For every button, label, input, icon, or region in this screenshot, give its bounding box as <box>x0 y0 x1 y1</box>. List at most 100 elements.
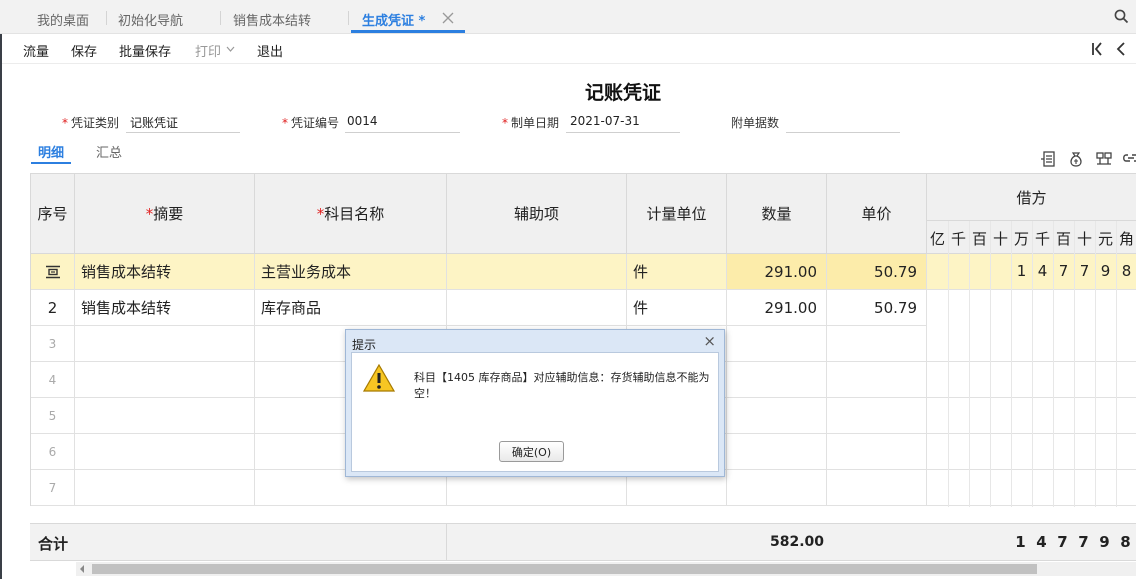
empty-cell[interactable] <box>827 470 927 506</box>
scrollbar-thumb[interactable] <box>92 564 1037 574</box>
total-debit-digit: 4 <box>1036 533 1047 551</box>
amount-unit-label: 万 <box>1013 230 1029 248</box>
ok-button[interactable]: 确定(O) <box>499 441 564 462</box>
active-tab-indicator <box>351 30 465 33</box>
subtab-detail[interactable]: 明细 <box>38 142 64 161</box>
tab-generate-voucher[interactable]: 生成凭证 * <box>362 10 425 29</box>
total-debit-digit: 7 <box>1078 533 1089 551</box>
empty-cell[interactable] <box>75 434 255 470</box>
dialog-close-button[interactable]: × <box>703 332 716 350</box>
amount-column-line <box>969 221 970 507</box>
amount-column-line <box>1116 221 1117 507</box>
tab-sales-cost[interactable]: 销售成本结转 <box>233 10 311 29</box>
warning-icon <box>363 364 395 392</box>
empty-cell[interactable] <box>827 326 927 362</box>
header-debit: 借方 <box>927 174 1136 221</box>
row-2-aux[interactable] <box>447 290 627 326</box>
total-debit-digit: 1 <box>1015 533 1026 551</box>
header-aux: 辅助项 <box>447 174 627 254</box>
subtab-summary[interactable]: 汇总 <box>96 142 122 161</box>
voucher-date-label: * 制单日期 <box>502 116 560 130</box>
money-bag-icon[interactable] <box>1067 150 1085 168</box>
row-1-qty[interactable]: 291.00 <box>727 254 827 290</box>
row-1-unit[interactable]: 件 <box>627 254 727 290</box>
attachments-label: 附单据数 <box>731 116 780 130</box>
voucher-type-field[interactable]: 记账凭证 <box>130 114 178 131</box>
empty-cell[interactable] <box>75 470 255 506</box>
empty-cell[interactable] <box>727 434 827 470</box>
amount-unit-label: 亿 <box>929 230 945 248</box>
amount-unit-label: 十 <box>992 230 1008 248</box>
empty-cell[interactable] <box>727 470 827 506</box>
layout-icon[interactable] <box>1095 150 1113 168</box>
header-seq: 序号 <box>31 174 75 254</box>
window-edge <box>0 34 2 579</box>
amount-column-line <box>948 221 949 507</box>
save-button[interactable]: 保存 <box>71 41 97 60</box>
link-icon[interactable] <box>1122 150 1136 168</box>
tab-init-nav[interactable]: 初始化导航 <box>118 10 183 29</box>
debit-digit: 9 <box>1100 262 1111 280</box>
prev-page-icon[interactable] <box>1115 42 1127 56</box>
total-debit-digit: 7 <box>1057 533 1068 551</box>
voucher-number-underline <box>345 132 460 133</box>
row-1-summary[interactable]: 销售成本结转 <box>75 254 255 290</box>
print-button[interactable]: 打印 <box>195 41 221 60</box>
voucher-type-underline <box>126 132 240 133</box>
empty-cell[interactable] <box>75 326 255 362</box>
first-page-icon[interactable] <box>1091 42 1103 56</box>
row-1-price[interactable]: 50.79 <box>827 254 927 290</box>
insert-row-icon[interactable] <box>1040 150 1058 168</box>
tab-my-desktop[interactable]: 我的桌面 <box>37 10 89 29</box>
debit-digit: 8 <box>1121 262 1132 280</box>
row-2-account[interactable]: 库存商品 <box>255 290 447 326</box>
row-2-price[interactable]: 50.79 <box>827 290 927 326</box>
row-number: 7 <box>31 470 75 506</box>
amount-unit-label: 千 <box>950 230 966 248</box>
empty-cell[interactable] <box>727 326 827 362</box>
empty-cell[interactable] <box>827 398 927 434</box>
exit-button[interactable]: 退出 <box>257 41 283 60</box>
toolbar: 流量 保存 批量保存 打印 退出 <box>0 34 1136 64</box>
tab-separator <box>106 11 107 25</box>
debit-digit: 7 <box>1058 262 1069 280</box>
batch-save-button[interactable]: 批量保存 <box>119 41 171 60</box>
row-action-icon-cell[interactable] <box>31 254 75 290</box>
row-2-unit[interactable]: 件 <box>627 290 727 326</box>
amount-column-line <box>1074 221 1075 507</box>
voucher-type-label: * 凭证类别 <box>62 116 120 130</box>
amount-unit-label: 百 <box>971 230 987 248</box>
attachments-underline <box>786 132 900 133</box>
tab-close-icon[interactable] <box>442 12 454 24</box>
subtab-indicator <box>31 162 71 164</box>
total-debit-digit: 9 <box>1099 533 1110 551</box>
empty-cell[interactable] <box>727 398 827 434</box>
scroll-left-icon[interactable] <box>79 565 85 573</box>
amount-column-line <box>1032 221 1033 507</box>
empty-cell[interactable] <box>727 362 827 398</box>
amount-unit-label: 千 <box>1034 230 1050 248</box>
row-1-account[interactable]: 主营业务成本 <box>255 254 447 290</box>
voucher-date-field[interactable]: 2021-07-31 <box>570 114 640 128</box>
empty-cell[interactable] <box>75 362 255 398</box>
row-1-aux[interactable] <box>447 254 627 290</box>
empty-cell[interactable] <box>75 398 255 434</box>
tab-bar: 我的桌面 初始化导航 销售成本结转 生成凭证 * <box>0 0 1136 34</box>
amount-unit-label: 元 <box>1097 230 1113 248</box>
empty-cell[interactable] <box>827 362 927 398</box>
total-label: 合计 <box>38 535 69 553</box>
row-2-summary[interactable]: 销售成本结转 <box>75 290 255 326</box>
total-qty: 582.00 <box>769 534 824 550</box>
amount-unit-label: 百 <box>1055 230 1071 248</box>
alert-dialog: 提示 × 科目【1405 库存商品】对应辅助信息：存货辅助信息不能为空！ 确定(… <box>345 329 725 477</box>
horizontal-scrollbar[interactable] <box>76 562 1136 576</box>
row-2-seq: 2 <box>31 290 75 326</box>
search-icon[interactable] <box>1114 9 1129 24</box>
empty-cell[interactable] <box>827 434 927 470</box>
row-insert-delete-icon[interactable] <box>45 265 61 279</box>
chevron-down-icon <box>226 46 235 52</box>
flow-button[interactable]: 流量 <box>23 41 49 60</box>
row-2-qty[interactable]: 291.00 <box>727 290 827 326</box>
voucher-number-field[interactable]: 0014 <box>347 114 378 128</box>
debit-digit: 1 <box>1016 262 1027 280</box>
